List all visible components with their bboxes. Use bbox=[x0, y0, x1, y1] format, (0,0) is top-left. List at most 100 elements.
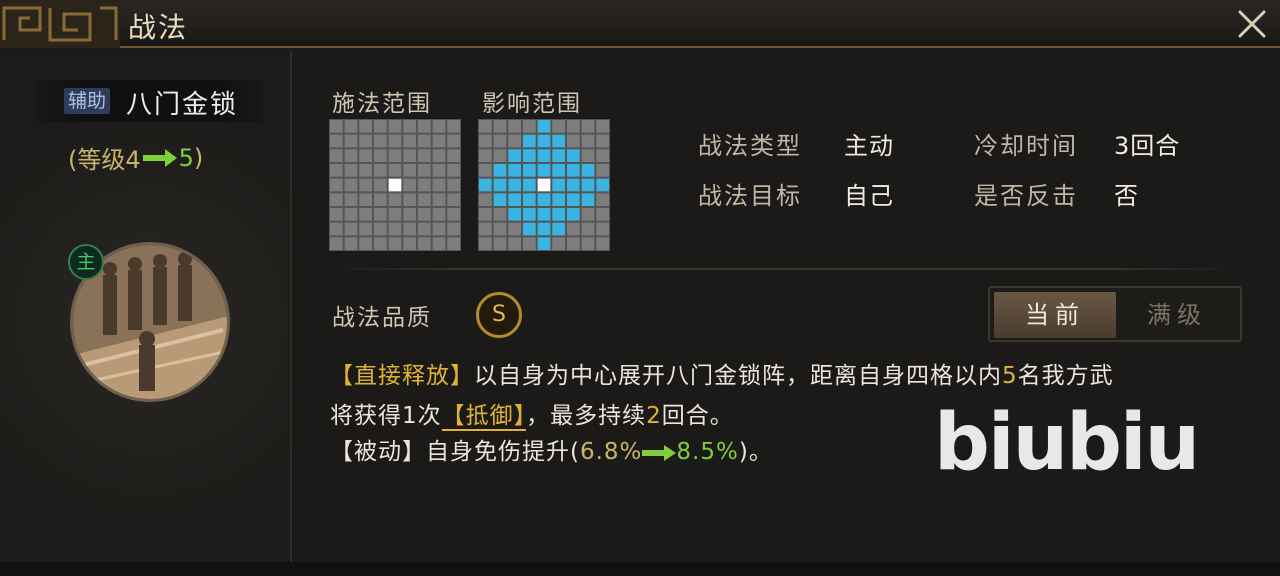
grid-cell bbox=[596, 178, 609, 192]
divider bbox=[330, 268, 1240, 270]
grid-cell bbox=[330, 120, 343, 133]
grid-cell bbox=[479, 149, 492, 162]
skill-type-label: 战法类型 bbox=[698, 132, 802, 160]
grid-cell bbox=[374, 164, 387, 177]
grid-cell bbox=[523, 193, 536, 206]
max-level-tab[interactable]: 满级 bbox=[1116, 292, 1238, 338]
arrow-right-icon bbox=[642, 444, 677, 461]
grid-cell bbox=[596, 164, 609, 177]
cast-range-label: 施法范围 bbox=[332, 91, 432, 117]
grid-cell bbox=[447, 237, 460, 250]
grid-cell bbox=[596, 193, 609, 206]
grid-cell bbox=[388, 237, 402, 250]
grid-cell bbox=[567, 237, 580, 250]
grid-cell bbox=[581, 164, 595, 177]
grid-cell bbox=[537, 120, 551, 133]
grid-cell bbox=[403, 193, 416, 206]
grid-cell bbox=[403, 164, 416, 177]
grid-cell bbox=[479, 164, 492, 177]
grid-cell bbox=[330, 237, 343, 250]
desc-number: 5 bbox=[1002, 363, 1018, 389]
desc-text: 自身免伤提升( bbox=[426, 439, 580, 465]
desc-text: 回合。 bbox=[661, 403, 734, 429]
grid-cell bbox=[330, 134, 343, 148]
grid-cell bbox=[479, 237, 492, 250]
grid-cell bbox=[388, 193, 402, 206]
grid-cell bbox=[552, 120, 565, 133]
skill-target-label: 战法目标 bbox=[698, 182, 802, 210]
grid-cell bbox=[388, 208, 402, 221]
grid-cell bbox=[537, 222, 551, 236]
grid-cell bbox=[493, 164, 507, 177]
grid-cell bbox=[537, 208, 551, 221]
desc-number: 2 bbox=[646, 403, 662, 429]
grid-cell bbox=[493, 237, 507, 250]
skill-name: 八门金锁 bbox=[126, 90, 239, 120]
grid-cell bbox=[479, 178, 492, 192]
grid-cell bbox=[418, 222, 431, 236]
level-to: 5 bbox=[178, 143, 194, 172]
grid-cell bbox=[493, 178, 507, 192]
grid-cell bbox=[344, 193, 358, 206]
grid-cell bbox=[403, 134, 416, 148]
grid-cell bbox=[596, 120, 609, 133]
grid-cell bbox=[537, 134, 551, 148]
grid-cell bbox=[403, 208, 416, 221]
grid-cell bbox=[388, 222, 402, 236]
grid-cell bbox=[552, 134, 565, 148]
grid-cell bbox=[447, 208, 460, 221]
grid-cell bbox=[581, 178, 595, 192]
grid-cell bbox=[537, 164, 551, 177]
commander-badge: 主 bbox=[68, 244, 104, 280]
grid-cell bbox=[359, 208, 372, 221]
grid-cell bbox=[418, 120, 431, 133]
desc-text: 名我方武 bbox=[1017, 363, 1114, 389]
grid-cell bbox=[447, 134, 460, 148]
grid-cell bbox=[508, 164, 521, 177]
grid-cell bbox=[523, 208, 536, 221]
desc-text: 将获得1次 bbox=[330, 403, 442, 429]
grid-cell bbox=[508, 237, 521, 250]
grid-cell bbox=[493, 222, 507, 236]
grid-cell bbox=[344, 120, 358, 133]
grid-cell bbox=[523, 134, 536, 148]
bottom-edge bbox=[0, 562, 1280, 576]
grid-cell bbox=[567, 134, 580, 148]
current-level-tab[interactable]: 当前 bbox=[994, 292, 1116, 338]
grid-cell bbox=[374, 237, 387, 250]
grid-cell bbox=[403, 149, 416, 162]
desc-text: 以自身为中心展开八门金锁阵，距离自身四格以内 bbox=[474, 363, 1002, 389]
status-link-defend[interactable]: 【抵御】 bbox=[441, 403, 527, 431]
grid-cell bbox=[330, 149, 343, 162]
close-icon[interactable] bbox=[1232, 4, 1272, 44]
cast-range-grid bbox=[329, 119, 461, 251]
arrow-right-icon bbox=[142, 148, 177, 167]
grid-cell bbox=[418, 149, 431, 162]
description-line-1: 【直接释放】以自身为中心展开八门金锁阵，距离自身四格以内5名我方武 bbox=[330, 356, 1114, 390]
grid-cell bbox=[479, 134, 492, 148]
grid-cell bbox=[388, 120, 402, 133]
cooldown-label: 冷却时间 bbox=[974, 132, 1078, 160]
grid-cell bbox=[523, 222, 536, 236]
grid-cell bbox=[523, 178, 536, 192]
grid-cell bbox=[359, 222, 372, 236]
grid-cell bbox=[596, 134, 609, 148]
grid-cell bbox=[552, 193, 565, 206]
center-cell bbox=[537, 178, 551, 192]
skill-level: (等级4 5 ) bbox=[68, 140, 203, 175]
grid-cell bbox=[567, 120, 580, 133]
grid-cell bbox=[344, 134, 358, 148]
grid-cell bbox=[447, 193, 460, 206]
grid-cell bbox=[330, 222, 343, 236]
grid-cell bbox=[567, 193, 580, 206]
grid-cell bbox=[374, 149, 387, 162]
grid-cell bbox=[359, 164, 372, 177]
grid-cell bbox=[479, 222, 492, 236]
grid-cell bbox=[432, 149, 446, 162]
description-line-2: 将获得1次【抵御】，最多持续2回合。 bbox=[330, 396, 734, 431]
title-bar: 战法 bbox=[0, 0, 1280, 48]
grid-cell bbox=[537, 149, 551, 162]
grid-cell bbox=[403, 237, 416, 250]
grid-cell bbox=[344, 164, 358, 177]
grid-cell bbox=[581, 208, 595, 221]
